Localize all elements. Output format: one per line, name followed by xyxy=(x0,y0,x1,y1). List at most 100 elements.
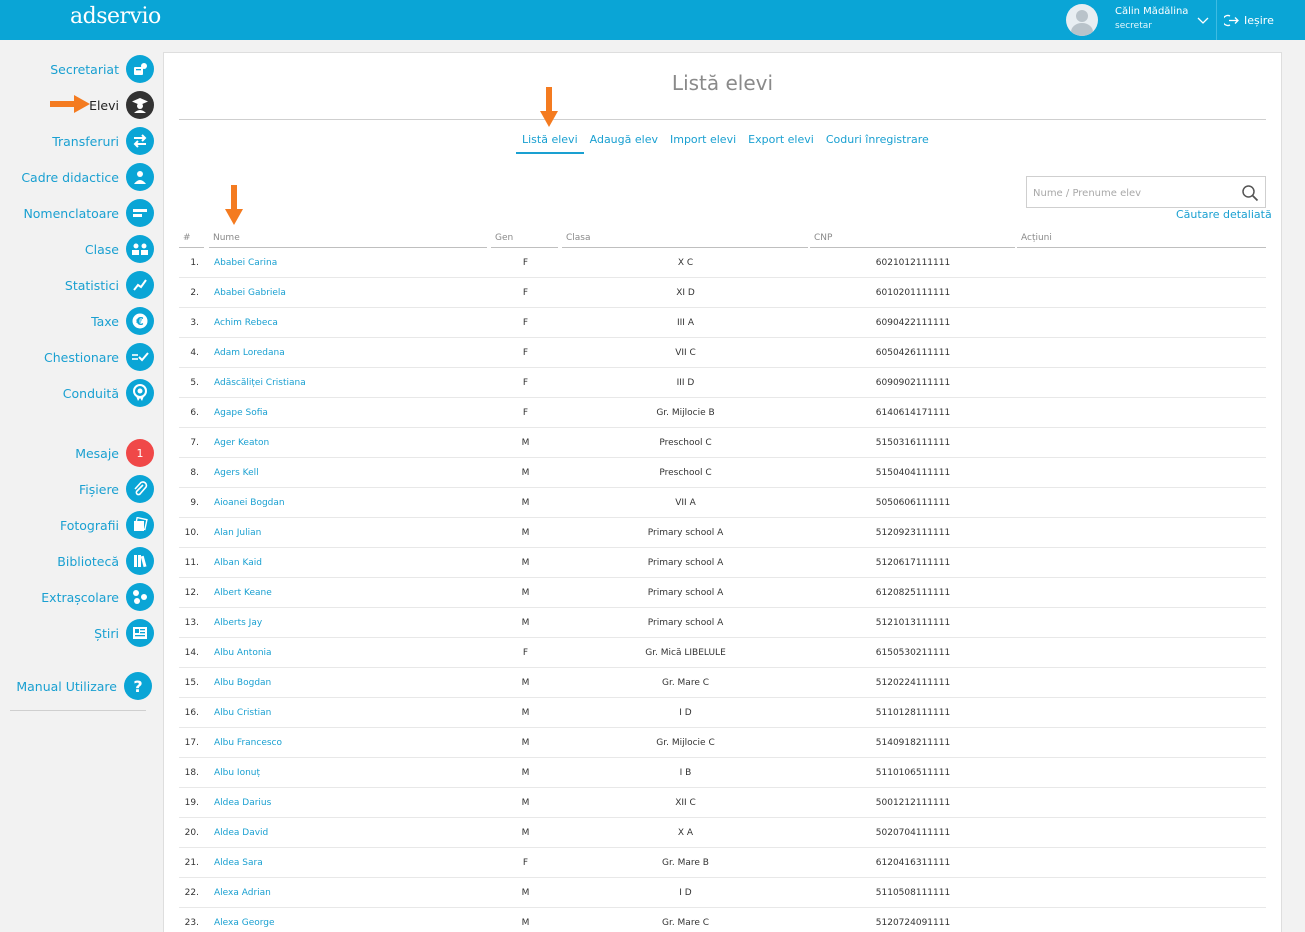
sidebar-item-fotografii[interactable]: Fotografii xyxy=(60,510,154,540)
student-name-link[interactable]: Alberts Jay xyxy=(214,608,262,638)
student-name-link[interactable]: Alexa Adrian xyxy=(214,878,271,908)
avatar-body xyxy=(1071,23,1093,36)
student-name-link[interactable]: Albert Keane xyxy=(214,578,272,608)
sidebar-item-nomenclatoare[interactable]: Nomenclatoare xyxy=(23,198,154,228)
student-name-link[interactable]: Aldea Darius xyxy=(214,788,271,818)
sidebar-item-biblioteca[interactable]: Bibliotecă xyxy=(57,546,154,576)
student-name-link[interactable]: Agape Sofia xyxy=(214,398,268,428)
student-name-link[interactable]: Albu Ionuț xyxy=(214,758,260,788)
app-logo[interactable]: adservio xyxy=(70,4,161,29)
sidebar-item-taxe[interactable]: Taxe € xyxy=(91,306,154,336)
tab-coduri-inregistrare[interactable]: Coduri înregistrare xyxy=(820,131,935,154)
column-header-cnp[interactable]: CNP xyxy=(810,231,1015,248)
chart-line-icon xyxy=(126,271,154,299)
sidebar-item-statistici[interactable]: Statistici xyxy=(65,270,154,300)
search-icon[interactable] xyxy=(1241,184,1259,202)
sidebar-item-manual-utilizare[interactable]: Manual Utilizare ? xyxy=(16,671,152,701)
student-name-link[interactable]: Albu Antonia xyxy=(214,638,272,668)
row-index: 21. xyxy=(184,858,199,868)
column-header-gen[interactable]: Gen xyxy=(491,231,558,248)
sidebar-item-fisiere[interactable]: Fișiere xyxy=(79,474,154,504)
sidebar-item-transferuri[interactable]: Transferuri xyxy=(52,126,154,156)
class-cell: Gr. Mare B xyxy=(662,858,709,868)
sidebar-item-conduita[interactable]: Conduită xyxy=(63,378,154,408)
checklist-icon xyxy=(126,343,154,371)
cnp-cell: 6050426111111 xyxy=(875,348,951,358)
table-row: 4. Adam Loredana F VII C 6050426111111 xyxy=(179,338,1266,368)
sidebar-item-mesaje[interactable]: Mesaje 1 xyxy=(75,438,154,468)
sidebar-item-cadre-didactice[interactable]: Cadre didactice xyxy=(21,162,154,192)
student-name-link[interactable]: Albu Bogdan xyxy=(214,668,271,698)
sidebar-item-label: Fotografii xyxy=(59,517,119,533)
gender-cell: M xyxy=(521,438,530,448)
row-index: 20. xyxy=(184,828,199,838)
tab-import-elevi[interactable]: Import elevi xyxy=(664,131,742,154)
student-name-link[interactable]: Aioanei Bogdan xyxy=(214,488,285,518)
sidebar-item-elevi[interactable]: Elevi xyxy=(89,90,154,120)
cnp-cell: 5120617111111 xyxy=(875,558,951,568)
avatar[interactable] xyxy=(1066,4,1098,36)
student-name-link[interactable]: Albu Francesco xyxy=(214,728,282,758)
student-name-link[interactable]: Adăscăliței Cristiana xyxy=(214,368,306,398)
annotation-arrow-down-icon xyxy=(225,185,243,225)
table-row: 20. Aldea David M X A 5020704111111 xyxy=(179,818,1266,848)
row-index: 14. xyxy=(184,648,199,658)
row-index: 9. xyxy=(190,498,199,508)
table-body: 1. Ababei Carina F X C 6021012111111 2. Ababei… xyxy=(179,248,1266,932)
tab-lista-elevi[interactable]: Listă elevi xyxy=(516,131,584,154)
student-name-link[interactable]: Alan Julian xyxy=(214,518,261,548)
search-input[interactable] xyxy=(1033,184,1233,202)
tab-export-elevi[interactable]: Export elevi xyxy=(742,131,820,154)
gender-cell: F xyxy=(522,288,529,298)
sidebar-item-label: Fișiere xyxy=(79,481,119,497)
student-name-link[interactable]: Ababei Gabriela xyxy=(214,278,286,308)
student-name-link[interactable]: Albu Cristian xyxy=(214,698,271,728)
sidebar-item-label: Transferuri xyxy=(52,133,119,149)
svg-text:€: € xyxy=(135,315,144,328)
chevron-down-icon[interactable] xyxy=(1196,13,1210,27)
row-index: 19. xyxy=(184,798,199,808)
advanced-search-link[interactable]: Căutare detaliată xyxy=(1176,208,1272,221)
column-header-index: # xyxy=(179,231,204,248)
student-name-link[interactable]: Aldea David xyxy=(214,818,268,848)
tab-adauga-elev[interactable]: Adaugă elev xyxy=(584,131,664,154)
gender-cell: F xyxy=(522,258,529,268)
user-name[interactable]: Călin Mădălina xyxy=(1115,6,1188,17)
student-name-link[interactable]: Ager Keaton xyxy=(214,428,269,458)
sidebar-item-extrascolare[interactable]: Extrașcolare xyxy=(41,582,154,612)
sidebar-item-clase[interactable]: Clase xyxy=(85,234,154,264)
student-name-link[interactable]: Adam Loredana xyxy=(214,338,285,368)
main-panel: Listă elevi Listă elevi Adaugă elev Impo… xyxy=(163,52,1282,932)
student-name-link[interactable]: Alexa George xyxy=(214,908,275,932)
student-name-link[interactable]: Achim Rebeca xyxy=(214,308,278,338)
sidebar-divider xyxy=(10,710,146,711)
cnp-cell: 5110106511111 xyxy=(875,768,951,778)
column-header-nume[interactable]: Nume xyxy=(209,231,487,248)
sidebar-item-label: Cadre didactice xyxy=(21,169,119,185)
table-row: 23. Alexa George M Gr. Mare C 5120724091111 xyxy=(179,908,1266,932)
sidebar-item-chestionare[interactable]: Chestionare xyxy=(44,342,154,372)
sidebar-item-label: Clase xyxy=(84,241,119,257)
sidebar-item-stiri[interactable]: Știri xyxy=(94,618,154,648)
student-name-link[interactable]: Aldea Sara xyxy=(214,848,263,878)
student-name-link[interactable]: Alban Kaid xyxy=(214,548,262,578)
cnp-cell: 5121013111111 xyxy=(875,618,951,628)
table-row: 2. Ababei Gabriela F XI D 6010201111111 xyxy=(179,278,1266,308)
cnp-cell: 5110128111111 xyxy=(875,708,951,718)
cnp-cell: 5120923111111 xyxy=(875,528,951,538)
sidebar-item-secretariat[interactable]: Secretariat xyxy=(50,54,154,84)
gender-cell: M xyxy=(521,588,530,598)
table-row: 11. Alban Kaid M Primary school A 5120617111… xyxy=(179,548,1266,578)
svg-text:?: ? xyxy=(133,677,142,695)
student-name-link[interactable]: Agers Kell xyxy=(214,458,259,488)
student-name-link[interactable]: Ababei Carina xyxy=(214,248,277,278)
column-header-clasa[interactable]: Clasa xyxy=(562,231,808,248)
class-cell: I B xyxy=(679,768,692,778)
cnp-cell: 6120416311111 xyxy=(875,858,951,868)
table-row: 13. Alberts Jay M Primary school A 512101311… xyxy=(179,608,1266,638)
logout-button[interactable]: Ieșire xyxy=(1224,12,1274,28)
cnp-cell: 5150404111111 xyxy=(875,468,951,478)
gender-cell: M xyxy=(521,708,530,718)
cnp-cell: 6090902111111 xyxy=(875,378,951,388)
top-bar: adservio Călin Mădălina secretar Ieșire xyxy=(0,0,1305,40)
